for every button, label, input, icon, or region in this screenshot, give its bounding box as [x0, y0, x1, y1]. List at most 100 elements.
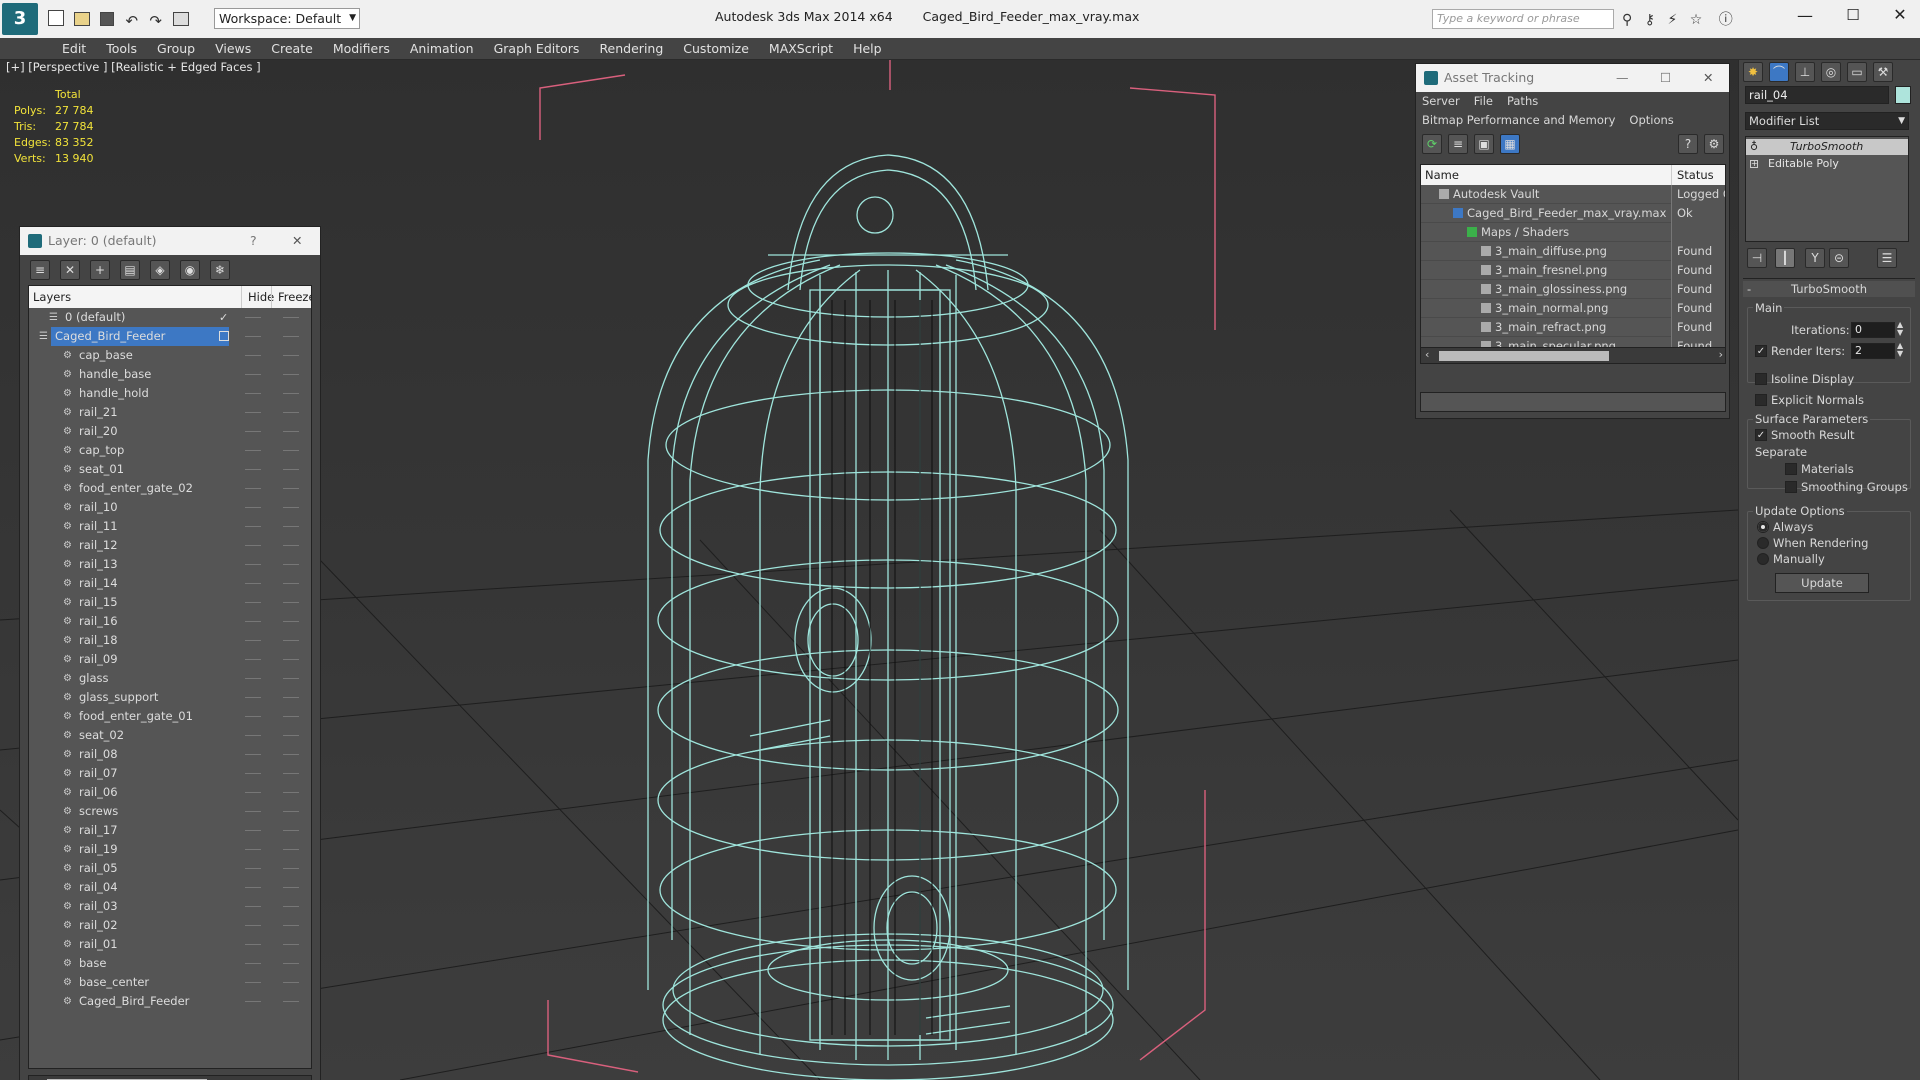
menu-modifiers[interactable]: Modifiers — [323, 38, 400, 60]
menu-help[interactable]: Help — [843, 38, 892, 60]
menu-create[interactable]: Create — [261, 38, 323, 60]
hide-toggle[interactable] — [245, 811, 261, 812]
layer-active-toggle[interactable] — [219, 331, 229, 341]
hide-toggle[interactable] — [245, 1001, 261, 1002]
object-row[interactable]: ⚙ rail_20 — [29, 422, 311, 441]
hide-toggle[interactable] — [245, 488, 261, 489]
hide-toggle[interactable] — [245, 849, 261, 850]
menu-rendering[interactable]: Rendering — [589, 38, 673, 60]
object-row[interactable]: ⚙ glass_support — [29, 688, 311, 707]
object-row[interactable]: ⚙ handle_hold — [29, 384, 311, 403]
hide-toggle[interactable] — [245, 830, 261, 831]
undo-icon[interactable]: ↶ — [125, 12, 145, 30]
iterations-spinner[interactable]: 0 — [1851, 322, 1895, 338]
hide-toggle[interactable] — [245, 469, 261, 470]
render-iters-checkbox[interactable]: ✓ — [1755, 345, 1767, 357]
freeze-toggle[interactable] — [283, 811, 299, 812]
object-row[interactable]: ⚙ rail_18 — [29, 631, 311, 650]
freeze-toggle[interactable] — [283, 792, 299, 793]
freeze-toggle[interactable] — [283, 374, 299, 375]
freeze-toggle[interactable] — [283, 393, 299, 394]
status-column-header[interactable]: Status — [1671, 165, 1714, 185]
redo-icon[interactable]: ↷ — [149, 12, 169, 30]
smoothing-groups-checkbox[interactable] — [1785, 481, 1797, 493]
hide-toggle[interactable] — [245, 412, 261, 413]
asset-help-icon[interactable]: ? — [1678, 134, 1698, 154]
freeze-toggle[interactable] — [283, 982, 299, 983]
object-row[interactable]: ⚙ seat_02 — [29, 726, 311, 745]
object-row[interactable]: ⚙ cap_top — [29, 441, 311, 460]
help-icon[interactable]: ⓘ — [1719, 12, 1733, 28]
freeze-toggle[interactable] — [283, 925, 299, 926]
spinner-arrows[interactable]: ▲ ▼ — [1897, 342, 1903, 358]
asset-minimize-button[interactable]: — — [1616, 64, 1629, 92]
freeze-toggle[interactable] — [283, 431, 299, 432]
freeze-toggle[interactable] — [283, 887, 299, 888]
layers-column-header[interactable]: Layers — [33, 286, 71, 308]
expand-icon[interactable]: + — [1750, 160, 1758, 168]
asset-horizontal-scrollbar[interactable]: ‹ › — [1421, 347, 1725, 363]
hide-toggle[interactable] — [245, 507, 261, 508]
freeze-toggle[interactable] — [283, 906, 299, 907]
object-row[interactable]: ⚙ rail_11 — [29, 517, 311, 536]
freeze-toggle[interactable] — [283, 830, 299, 831]
stack-item-turbosmooth[interactable]: ♁ TurboSmooth — [1746, 139, 1908, 155]
table-view-icon[interactable]: ▦ — [1500, 134, 1520, 154]
object-row[interactable]: ⚙ glass — [29, 669, 311, 688]
layer-help-button[interactable]: ? — [250, 227, 257, 255]
freeze-toggle[interactable] — [283, 602, 299, 603]
project-folder-icon[interactable] — [173, 12, 190, 26]
layer-row[interactable]: ☰ Caged_Bird_Feeder — [29, 327, 311, 346]
hide-toggle[interactable] — [245, 450, 261, 451]
object-row[interactable]: ⚙ rail_08 — [29, 745, 311, 764]
hide-toggle[interactable] — [245, 583, 261, 584]
asset-row[interactable]: Caged_Bird_Feeder_max_vray.max Ok — [1421, 204, 1725, 223]
current-layer-check-icon[interactable]: ✓ — [219, 308, 228, 327]
hide-toggle[interactable] — [245, 963, 261, 964]
utilities-tab-icon[interactable]: ⚒ — [1873, 62, 1893, 82]
freeze-toggle[interactable] — [283, 336, 299, 337]
hide-toggle[interactable] — [245, 735, 261, 736]
isoline-display-checkbox[interactable] — [1755, 373, 1767, 385]
highlight-layer-icon[interactable]: ◈ — [150, 260, 170, 280]
asset-menu-bitmap-performance-and-memory[interactable]: Bitmap Performance and Memory — [1422, 113, 1615, 127]
menu-graph-editors[interactable]: Graph Editors — [484, 38, 590, 60]
freeze-toggle[interactable] — [283, 735, 299, 736]
hide-toggle[interactable] — [245, 982, 261, 983]
object-color-swatch[interactable] — [1895, 86, 1911, 104]
rollout-header[interactable]: - TurboSmooth — [1743, 281, 1915, 297]
freeze-toggle[interactable] — [283, 488, 299, 489]
hide-toggle[interactable] — [245, 355, 261, 356]
always-radio[interactable] — [1757, 521, 1769, 533]
modifier-list-dropdown[interactable]: Modifier List ▼ — [1745, 112, 1909, 130]
make-unique-icon[interactable]: Y — [1805, 248, 1825, 268]
asset-row[interactable]: Maps / Shaders — [1421, 223, 1725, 242]
hierarchy-tab-icon[interactable]: ⊥ — [1795, 62, 1815, 82]
menu-tools[interactable]: Tools — [96, 38, 147, 60]
materials-checkbox[interactable] — [1785, 463, 1797, 475]
open-file-icon[interactable] — [73, 12, 90, 26]
asset-row[interactable]: Autodesk Vault Logged Ou — [1421, 185, 1725, 204]
object-row[interactable]: ⚙ food_enter_gate_01 — [29, 707, 311, 726]
freeze-all-icon[interactable]: ❄ — [210, 260, 230, 280]
name-column-header[interactable]: Name — [1425, 165, 1459, 185]
pin-stack-icon[interactable]: ⊣ — [1747, 248, 1767, 268]
object-row[interactable]: ⚙ base_center — [29, 973, 311, 992]
asset-row[interactable]: 3_main_glossiness.png Found — [1421, 280, 1725, 299]
search-input[interactable]: Type a keyword or phrase — [1432, 9, 1614, 29]
delete-layer-icon[interactable]: ✕ — [60, 260, 80, 280]
asset-path-field[interactable] — [1420, 392, 1726, 412]
freeze-toggle[interactable] — [283, 526, 299, 527]
bulb-icon[interactable]: ♁ — [1750, 139, 1758, 155]
smooth-result-checkbox[interactable]: ✓ — [1755, 429, 1767, 441]
freeze-toggle[interactable] — [283, 621, 299, 622]
asset-menu-options[interactable]: Options — [1629, 113, 1673, 127]
hide-toggle[interactable] — [245, 640, 261, 641]
hide-toggle[interactable] — [245, 925, 261, 926]
freeze-toggle[interactable] — [283, 773, 299, 774]
hide-toggle[interactable] — [245, 336, 261, 337]
freeze-toggle[interactable] — [283, 944, 299, 945]
update-button[interactable]: Update — [1775, 573, 1869, 593]
object-row[interactable]: ⚙ rail_09 — [29, 650, 311, 669]
create-layer-icon[interactable]: ≡ — [30, 260, 50, 280]
